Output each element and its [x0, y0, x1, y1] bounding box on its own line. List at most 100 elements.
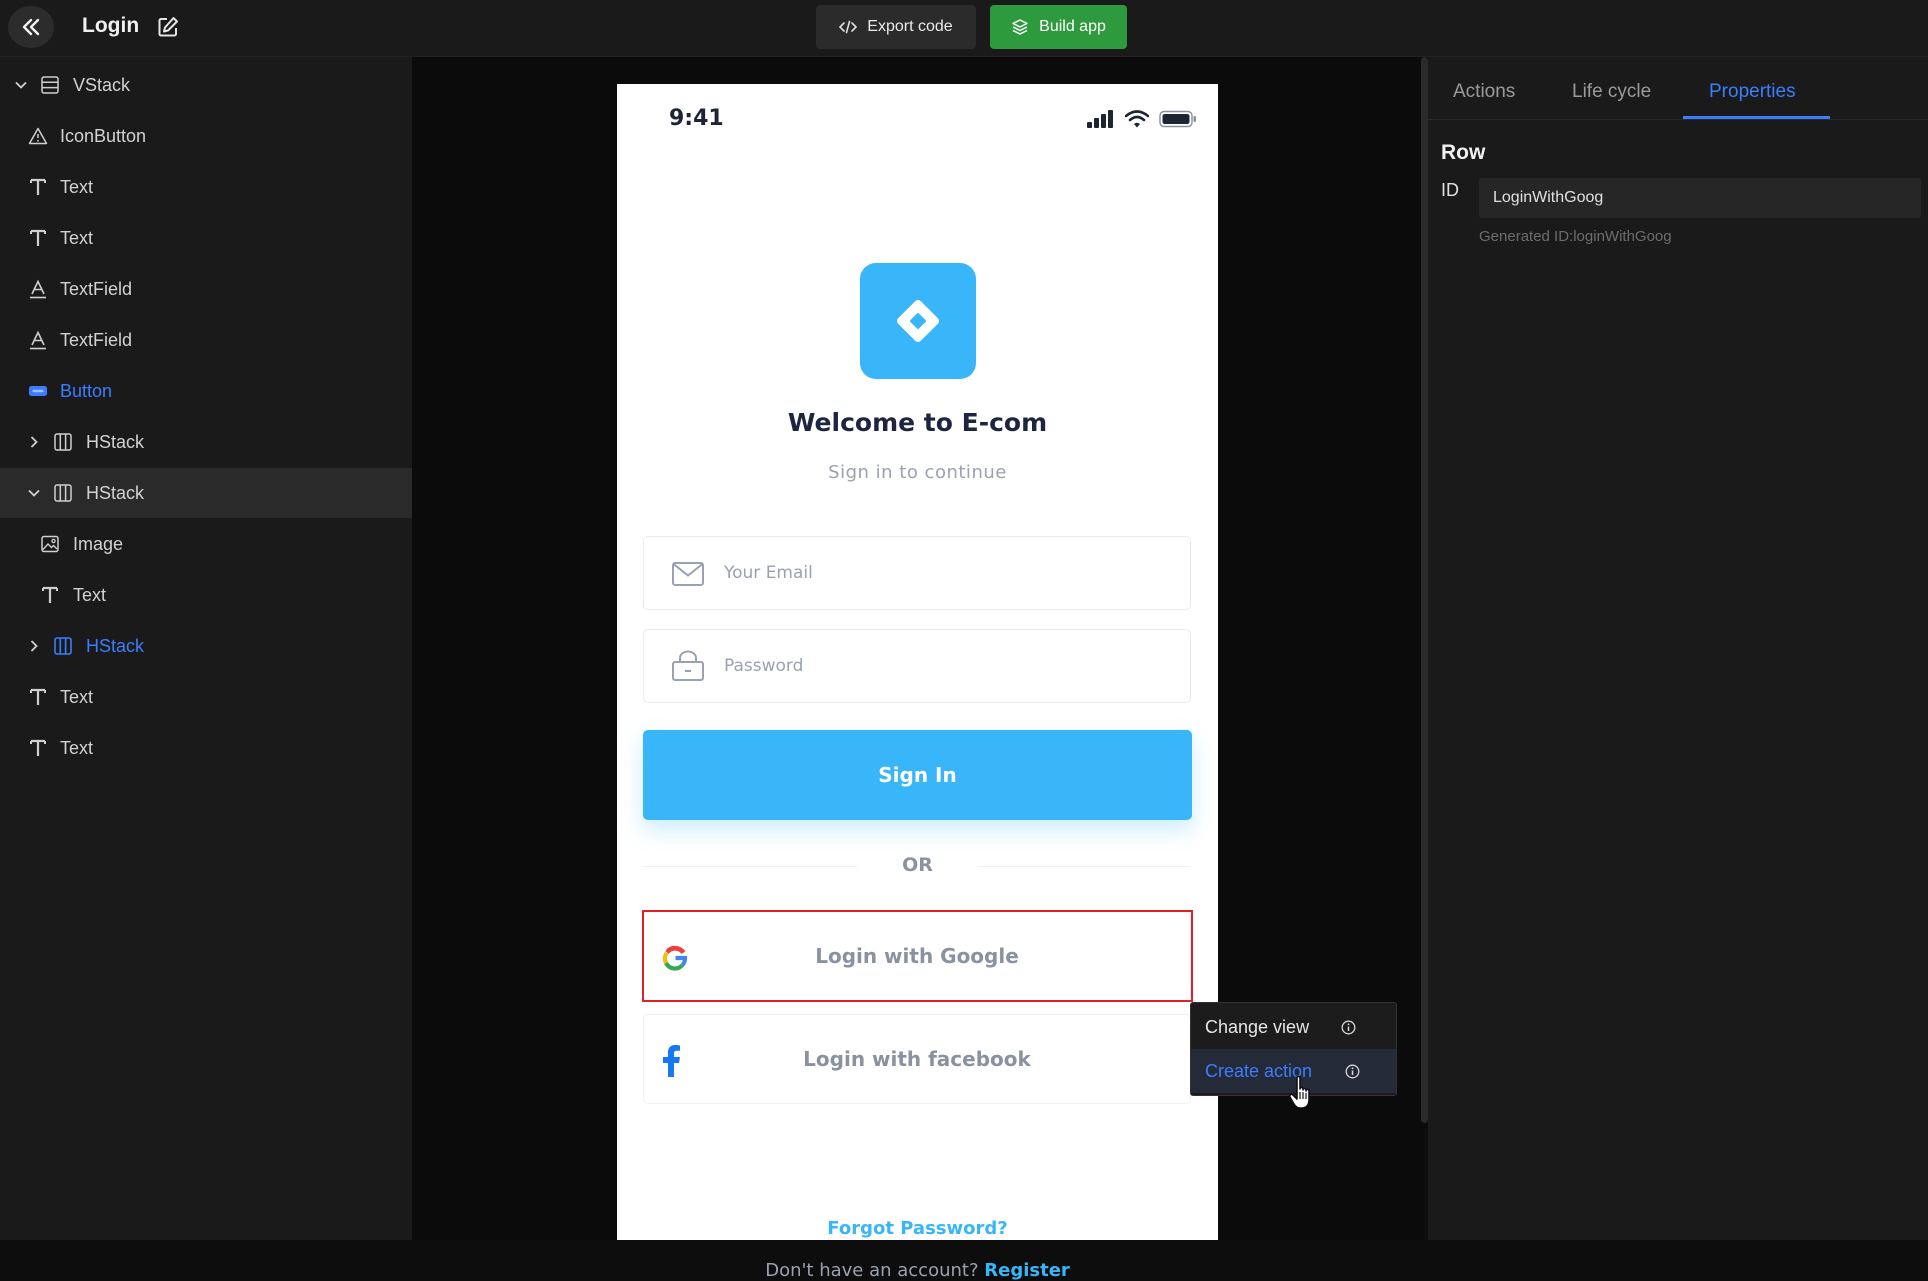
password-field[interactable]: Password	[643, 629, 1191, 703]
sign-in-button[interactable]: Sign In	[643, 730, 1192, 820]
tree-item-vstack[interactable]: VStack	[0, 60, 412, 110]
page-title: Login	[82, 14, 140, 37]
hstack-icon	[52, 635, 74, 657]
tree-item-label: Image	[73, 533, 124, 554]
tree-item-textfield[interactable]: TextField	[0, 315, 412, 365]
chevron-down-icon[interactable]	[14, 78, 28, 92]
id-label: ID	[1441, 180, 1459, 200]
text-icon	[27, 686, 49, 708]
status-bar-icons	[1087, 110, 1197, 128]
tree-item-label: VStack	[73, 74, 131, 95]
info-icon[interactable]	[1345, 1064, 1360, 1079]
hstack-icon	[52, 482, 74, 504]
button-icon	[27, 380, 49, 402]
collapse-back-button[interactable]	[8, 6, 54, 48]
tabs-divider	[1428, 119, 1928, 120]
tree-item-label: TextField	[60, 278, 133, 299]
warning-icon	[27, 125, 49, 147]
tree-item-label: Button	[60, 380, 113, 401]
hand-cursor-icon	[1288, 1074, 1318, 1110]
no-account-text: Don't have an account?	[765, 1260, 979, 1281]
chevron-right-icon[interactable]	[27, 435, 41, 449]
tree-item-hstack-selected[interactable]: HStack	[0, 468, 412, 518]
forgot-password-link[interactable]: Forgot Password?	[617, 1218, 1218, 1239]
tree-item-label: HStack	[86, 431, 145, 452]
tree-item-label: HStack	[86, 635, 145, 656]
tree-item-hstack[interactable]: HStack	[0, 621, 412, 671]
image-icon	[39, 533, 61, 555]
or-divider-label: OR	[902, 854, 933, 876]
tree-item-label: Text	[60, 737, 94, 758]
export-code-label: Export code	[867, 18, 953, 35]
welcome-subtitle: Sign in to continue	[828, 462, 1007, 483]
tree-item-label: Text	[60, 176, 94, 197]
tree-item-text[interactable]: Text	[0, 213, 412, 263]
vstack-icon	[39, 74, 61, 96]
info-icon[interactable]	[1341, 1020, 1356, 1035]
properties-panel: Actions Life cycle Properties Row ID Gen…	[1428, 57, 1928, 1240]
export-code-button[interactable]: Export code	[816, 5, 976, 49]
signal-icon	[1087, 110, 1115, 128]
tree-item-image[interactable]: Image	[0, 519, 412, 569]
tree-item-hstack[interactable]: HStack	[0, 417, 412, 467]
login-with-facebook-button[interactable]: Login with facebook	[643, 1014, 1191, 1104]
canvas-scrollbar[interactable]	[1421, 57, 1428, 1123]
id-input[interactable]	[1479, 178, 1921, 218]
text-icon	[27, 176, 49, 198]
tree-item-label: Text	[60, 227, 94, 248]
tree-item-label: Text	[73, 584, 107, 605]
tree-item-text[interactable]: Text	[0, 162, 412, 212]
email-placeholder: Your Email	[724, 563, 813, 583]
tab-actions[interactable]: Actions	[1453, 81, 1515, 103]
chevron-right-icon[interactable]	[27, 639, 41, 653]
facebook-icon	[661, 1045, 681, 1077]
generated-id-text: Generated ID:loginWithGoog	[1479, 228, 1672, 245]
tree-item-button[interactable]: Button	[0, 366, 412, 416]
text-icon	[27, 737, 49, 759]
text-icon	[27, 227, 49, 249]
textfield-icon	[27, 278, 49, 300]
chevron-down-icon[interactable]	[27, 486, 41, 500]
tree-item-iconbutton[interactable]: IconButton	[0, 111, 412, 161]
build-app-label: Build app	[1039, 18, 1106, 35]
email-field[interactable]: Your Email	[643, 536, 1191, 610]
layers-icon	[1011, 18, 1029, 36]
login-with-google-button[interactable]: Login with Google	[643, 911, 1191, 1001]
tree-item-text[interactable]: Text	[0, 723, 412, 773]
welcome-title: Welcome to E-com	[787, 408, 1048, 437]
tab-properties[interactable]: Properties	[1709, 81, 1796, 103]
tree-item-label: Text	[60, 686, 94, 707]
status-time: 9:41	[669, 106, 724, 131]
tree-item-label: TextField	[60, 329, 133, 350]
textfield-icon	[27, 329, 49, 351]
tree-item-label: HStack	[86, 482, 145, 503]
edit-icon[interactable]	[156, 15, 180, 39]
top-bar: Login Export code Build app	[0, 0, 1928, 57]
tree-item-text[interactable]: Text	[0, 672, 412, 722]
password-placeholder: Password	[724, 656, 804, 676]
diamond-logo-icon	[890, 293, 946, 349]
register-link[interactable]: Register	[984, 1260, 1070, 1281]
component-tree-panel: VStack IconButton Text Text TextField Te…	[0, 57, 412, 1240]
code-icon	[839, 20, 858, 34]
tree-item-label: IconButton	[60, 125, 147, 146]
wifi-icon	[1125, 110, 1149, 128]
tree-item-textfield[interactable]: TextField	[0, 264, 412, 314]
tree-item-text[interactable]: Text	[0, 570, 412, 620]
hstack-icon	[52, 431, 74, 453]
tab-life-cycle[interactable]: Life cycle	[1572, 81, 1651, 103]
build-app-button[interactable]: Build app	[990, 5, 1127, 49]
double-chevron-left-icon	[20, 16, 42, 38]
register-prompt: Don't have an account? Register	[617, 1260, 1218, 1281]
app-logo	[860, 263, 976, 379]
phone-preview[interactable]: 9:41 Welcome to E-com Sign in to continu…	[617, 84, 1218, 1281]
lock-icon	[671, 650, 705, 682]
menu-item-label: Change view	[1205, 1016, 1310, 1037]
menu-item-change-view[interactable]: Change view	[1191, 1005, 1396, 1049]
section-title: Row	[1441, 141, 1486, 164]
facebook-button-label: Login with facebook	[803, 1047, 1031, 1071]
google-button-label: Login with Google	[815, 944, 1019, 968]
divider-right	[977, 866, 1191, 867]
text-icon	[39, 584, 61, 606]
google-icon	[661, 944, 689, 972]
